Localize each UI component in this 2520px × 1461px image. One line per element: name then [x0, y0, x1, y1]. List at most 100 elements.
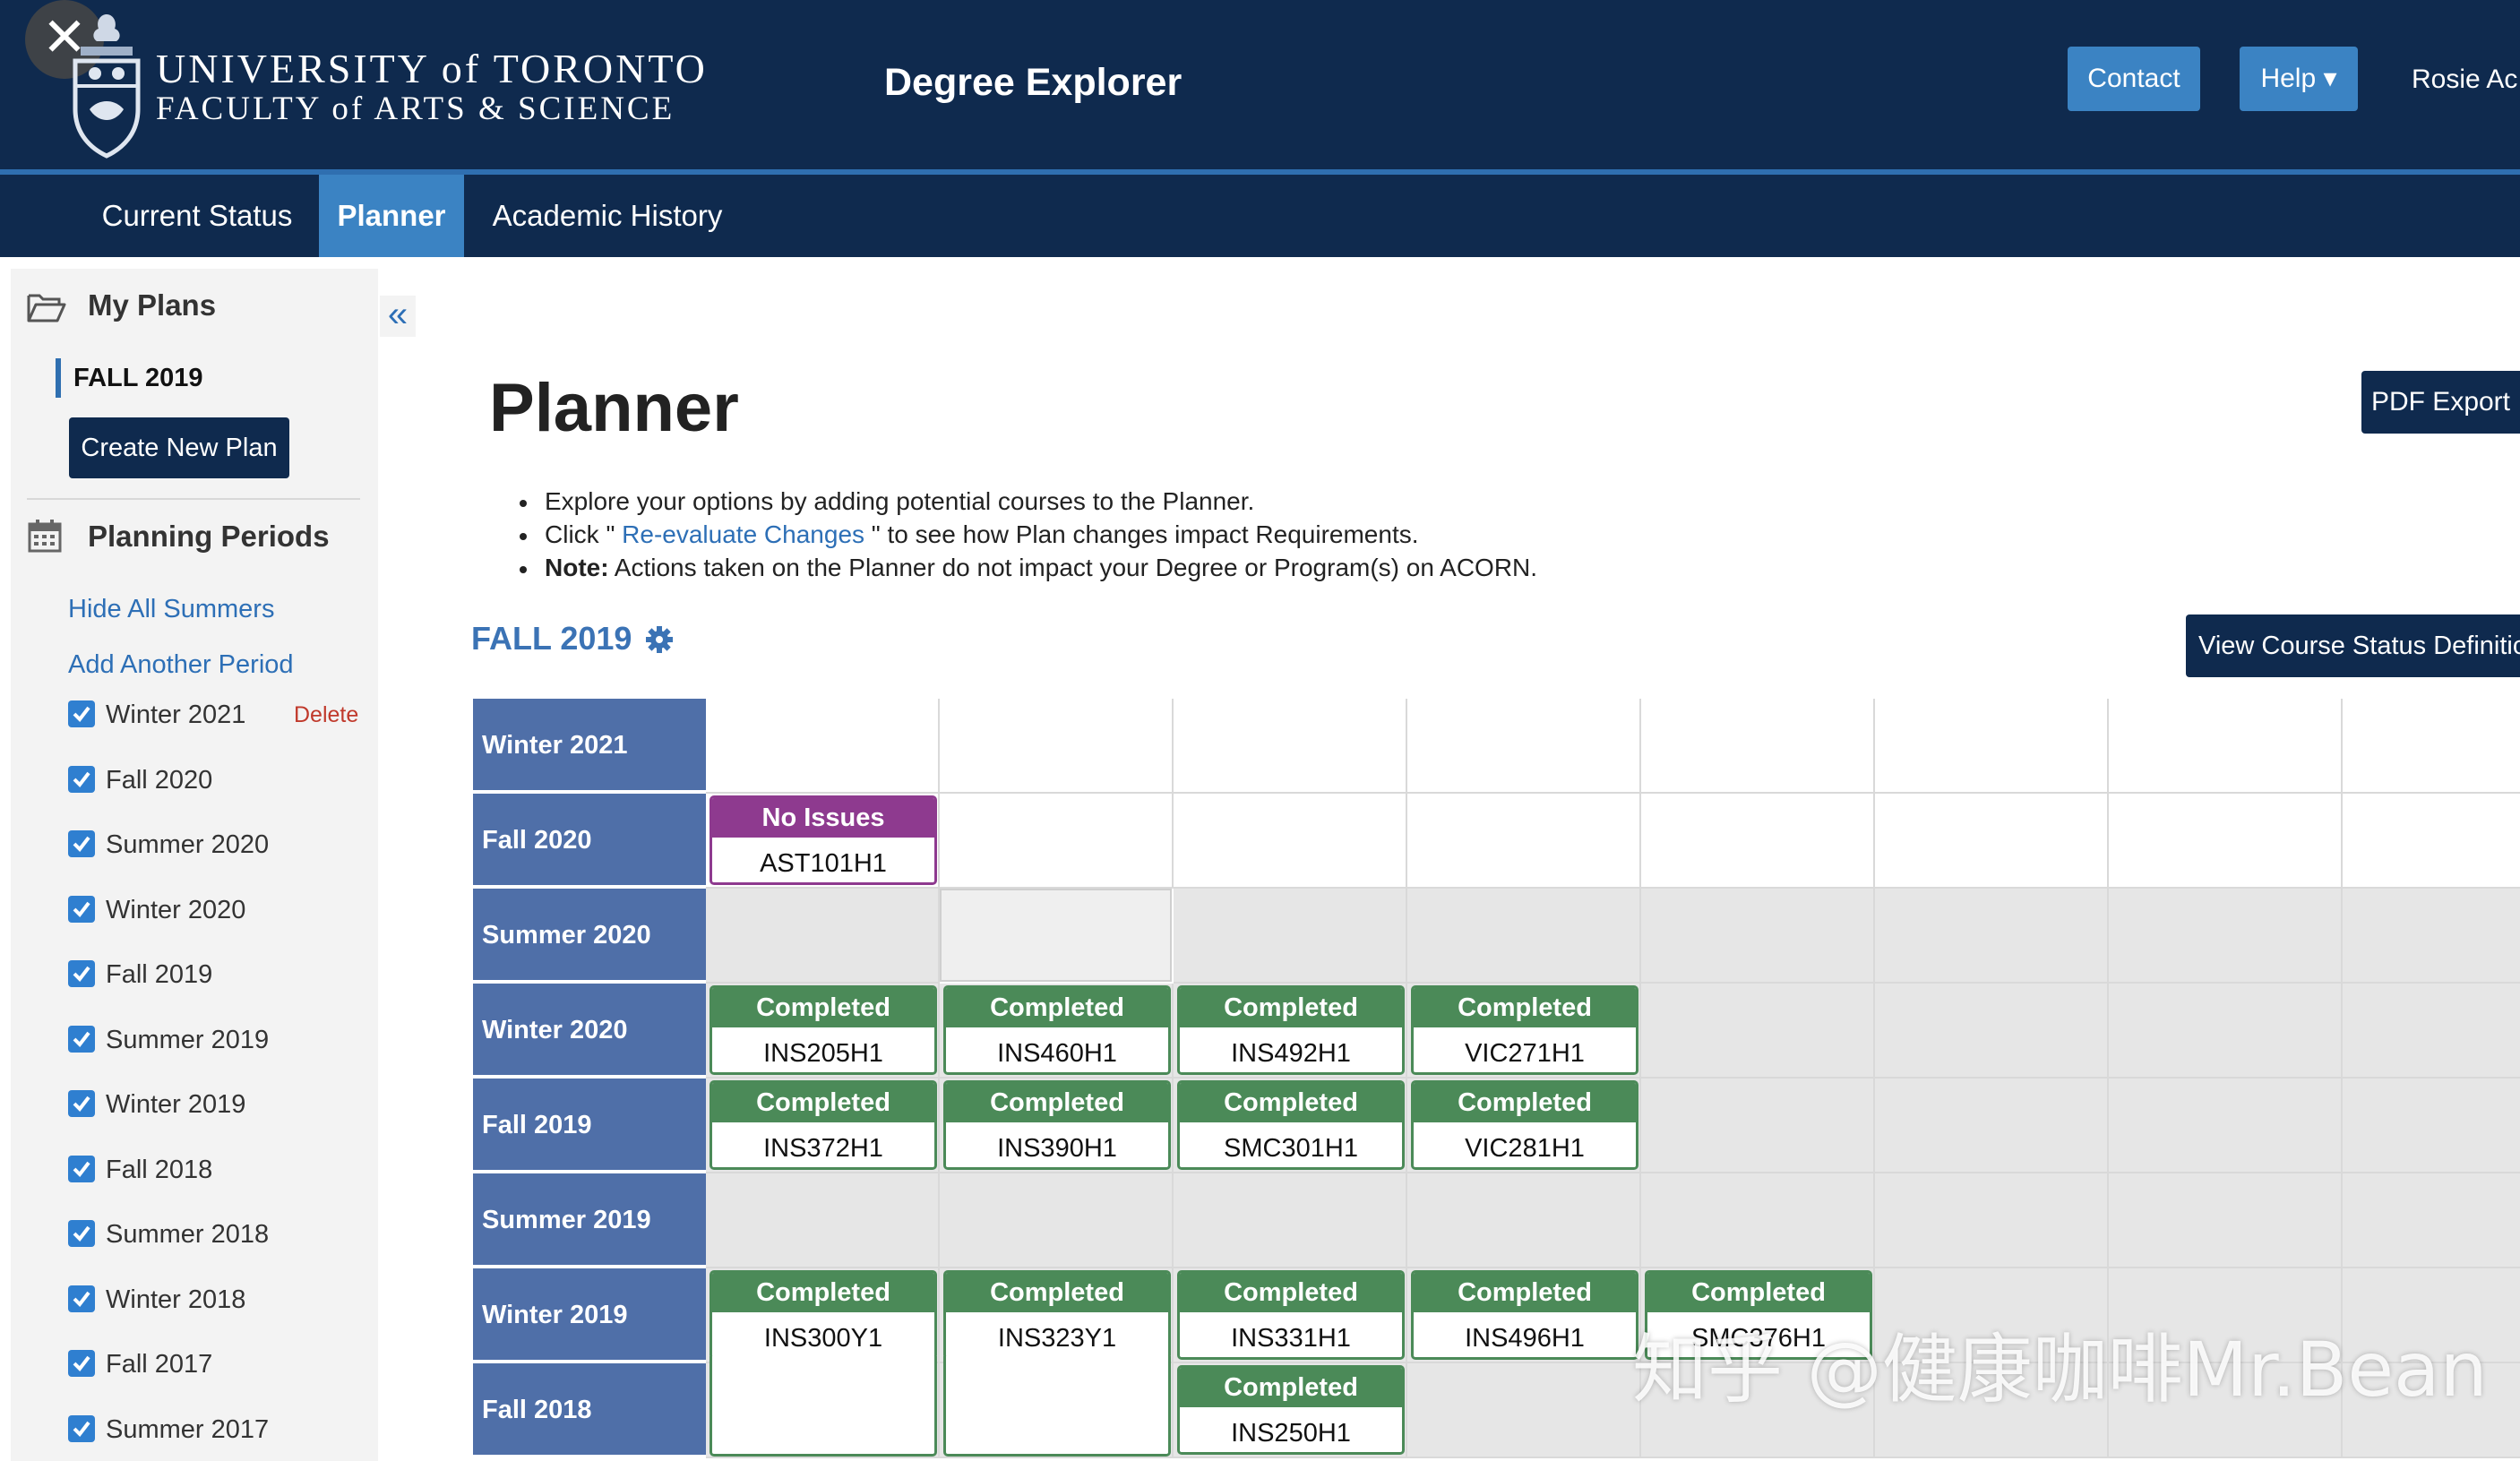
- help-dropdown-button[interactable]: Help ▾: [2240, 47, 2358, 111]
- pdf-export-button[interactable]: PDF Export: [2361, 371, 2520, 434]
- create-new-plan-button[interactable]: Create New Plan: [69, 417, 289, 478]
- planner-cell[interactable]: [940, 699, 1174, 794]
- course-card[interactable]: Completed VIC271H1: [1411, 985, 1638, 1075]
- planner-cell[interactable]: [1407, 1173, 1641, 1268]
- planner-cell[interactable]: [1407, 699, 1641, 794]
- checkmark-icon: [73, 966, 90, 983]
- period-checkbox[interactable]: [68, 1090, 95, 1117]
- period-checkbox[interactable]: [68, 1155, 95, 1182]
- planner-cell[interactable]: [1174, 889, 1407, 984]
- planner-cell[interactable]: [1875, 889, 2109, 984]
- planner-cell[interactable]: [1641, 1173, 1875, 1268]
- view-course-status-definitions-button[interactable]: View Course Status Definitio: [2186, 614, 2520, 677]
- gear-icon[interactable]: [645, 625, 674, 654]
- checkmark-icon: [73, 901, 90, 917]
- period-checkbox[interactable]: [68, 1220, 95, 1247]
- planner-cell[interactable]: [940, 794, 1174, 889]
- course-code: AST101H1: [760, 849, 887, 878]
- bullet-dot: [520, 533, 527, 540]
- planner-cell[interactable]: [1174, 794, 1407, 889]
- planner-cell[interactable]: [1641, 889, 1875, 984]
- planner-cell[interactable]: [1641, 984, 1875, 1079]
- course-card[interactable]: Completed SMC301H1: [1177, 1080, 1405, 1170]
- course-card[interactable]: No Issues AST101H1: [710, 795, 937, 885]
- course-card[interactable]: Completed INS460H1: [943, 985, 1171, 1075]
- planner-cell[interactable]: [1641, 1079, 1875, 1173]
- planner-cell[interactable]: [1875, 984, 2109, 1079]
- sidebar-divider: [27, 498, 360, 500]
- empty-course-slot[interactable]: [940, 889, 1172, 982]
- planner-cell[interactable]: [1174, 699, 1407, 794]
- tab-current-status[interactable]: Current Status: [88, 175, 306, 257]
- period-checkbox[interactable]: [68, 960, 95, 987]
- planner-cell[interactable]: [706, 699, 940, 794]
- planner-cell[interactable]: [940, 1173, 1174, 1268]
- period-checkbox[interactable]: [68, 895, 95, 923]
- planner-cell[interactable]: [2109, 699, 2343, 794]
- re-evaluate-changes-link[interactable]: Re-evaluate Changes: [622, 520, 864, 548]
- planner-row-label: Fall 2018: [473, 1363, 706, 1457]
- planner-cell[interactable]: [2109, 1079, 2343, 1173]
- period-checkbox[interactable]: [68, 1414, 95, 1442]
- course-card[interactable]: Completed VIC281H1: [1411, 1080, 1638, 1170]
- planner-cell[interactable]: [2343, 1079, 2520, 1173]
- planner-cell[interactable]: [1875, 1079, 2109, 1173]
- planner-cell[interactable]: [2343, 1173, 2520, 1268]
- planner-cell[interactable]: [2109, 1173, 2343, 1268]
- current-plan-item[interactable]: FALL 2019: [56, 358, 203, 398]
- user-name[interactable]: Rosie Ac: [2412, 64, 2517, 95]
- planner-cell[interactable]: [1407, 1363, 1641, 1458]
- course-card[interactable]: Completed INS492H1: [1177, 985, 1405, 1075]
- tab-planner[interactable]: Planner: [319, 175, 464, 257]
- period-checkbox[interactable]: [68, 830, 95, 857]
- period-checkbox[interactable]: [68, 700, 95, 727]
- course-status-badge: Completed: [1180, 988, 1402, 1027]
- add-another-period-link[interactable]: Add Another Period: [68, 650, 294, 680]
- period-checkbox[interactable]: [68, 1350, 95, 1377]
- course-card[interactable]: Completed INS390H1: [943, 1080, 1171, 1170]
- course-card[interactable]: Completed INS205H1: [710, 985, 937, 1075]
- course-card[interactable]: Completed INS372H1: [710, 1080, 937, 1170]
- planner-cell[interactable]: [2343, 794, 2520, 889]
- calendar-icon: [28, 520, 62, 553]
- contact-button[interactable]: Contact: [2068, 47, 2200, 111]
- planner-cell[interactable]: [706, 1173, 940, 1268]
- planner-cell[interactable]: [1407, 794, 1641, 889]
- double-chevron-left-icon[interactable]: «: [388, 295, 408, 334]
- course-card-continuation[interactable]: [710, 1356, 937, 1457]
- course-card[interactable]: Completed INS250H1: [1177, 1365, 1405, 1455]
- collapse-sidebar-button[interactable]: «: [380, 296, 416, 337]
- planner-cell[interactable]: [2109, 794, 2343, 889]
- period-checkbox[interactable]: [68, 765, 95, 793]
- planner-cell[interactable]: [1407, 889, 1641, 984]
- course-card[interactable]: Completed INS323Y1: [943, 1270, 1171, 1360]
- planner-cell[interactable]: [1174, 1173, 1407, 1268]
- course-card[interactable]: Completed INS300Y1: [710, 1270, 937, 1360]
- planner-cell[interactable]: [1875, 1173, 2109, 1268]
- period-label: Summer 2018: [106, 1220, 270, 1249]
- period-checkbox[interactable]: [68, 1025, 95, 1053]
- planner-cell[interactable]: [2343, 699, 2520, 794]
- period-checkbox[interactable]: [68, 1285, 95, 1312]
- hide-all-summers-link[interactable]: Hide All Summers: [68, 595, 274, 624]
- planner-row-label: Summer 2019: [473, 1173, 706, 1267]
- planner-cell[interactable]: [2109, 889, 2343, 984]
- planner-cell[interactable]: [2343, 984, 2520, 1079]
- note-label: Note:: [545, 554, 609, 581]
- course-code: INS250H1: [1231, 1419, 1351, 1448]
- planner-cell[interactable]: [1641, 699, 1875, 794]
- course-code: INS372H1: [763, 1134, 883, 1163]
- course-card[interactable]: Completed INS331H1: [1177, 1270, 1405, 1360]
- planner-cell[interactable]: [1641, 794, 1875, 889]
- course-card[interactable]: Completed INS496H1: [1411, 1270, 1638, 1360]
- course-status-badge: Completed: [1180, 1083, 1402, 1122]
- delete-period-link[interactable]: Delete: [294, 702, 358, 728]
- planner-cell[interactable]: [1875, 794, 2109, 889]
- course-card-continuation[interactable]: [943, 1356, 1171, 1457]
- planner-cell[interactable]: [1875, 699, 2109, 794]
- planner-cell[interactable]: [706, 889, 940, 984]
- planner-cell[interactable]: [2343, 889, 2520, 984]
- planner-cell[interactable]: [2109, 984, 2343, 1079]
- tab-academic-history[interactable]: Academic History: [473, 175, 742, 257]
- faculty-name: FACULTY of ARTS & SCIENCE: [156, 90, 675, 127]
